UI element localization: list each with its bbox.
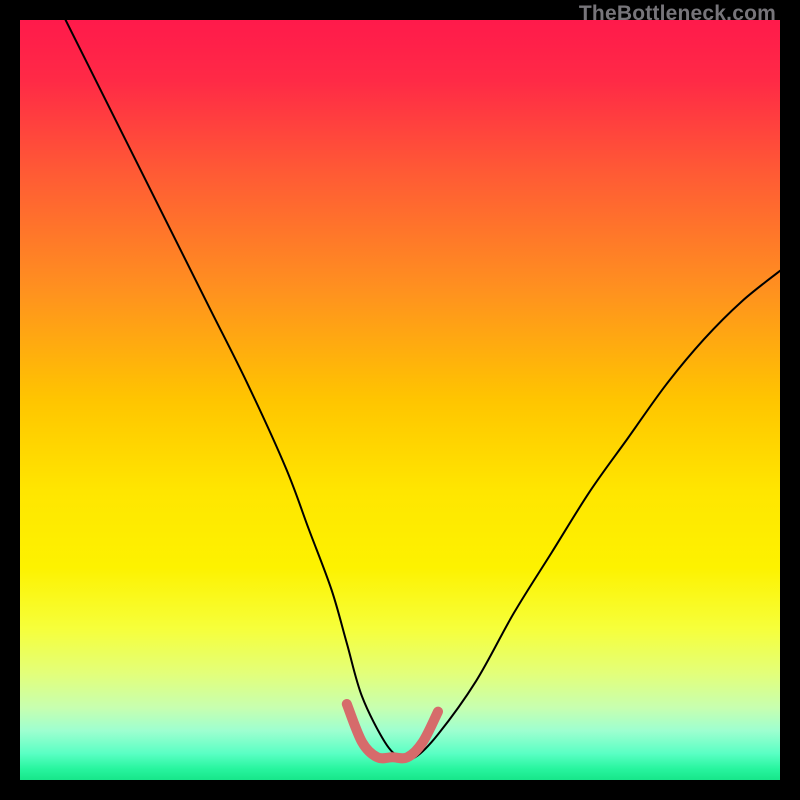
watermark-text: TheBottleneck.com [579, 2, 776, 26]
curves-layer [20, 20, 780, 780]
bottleneck-curve [66, 20, 780, 760]
chart-frame: TheBottleneck.com [0, 0, 800, 800]
plot-area [20, 20, 780, 780]
